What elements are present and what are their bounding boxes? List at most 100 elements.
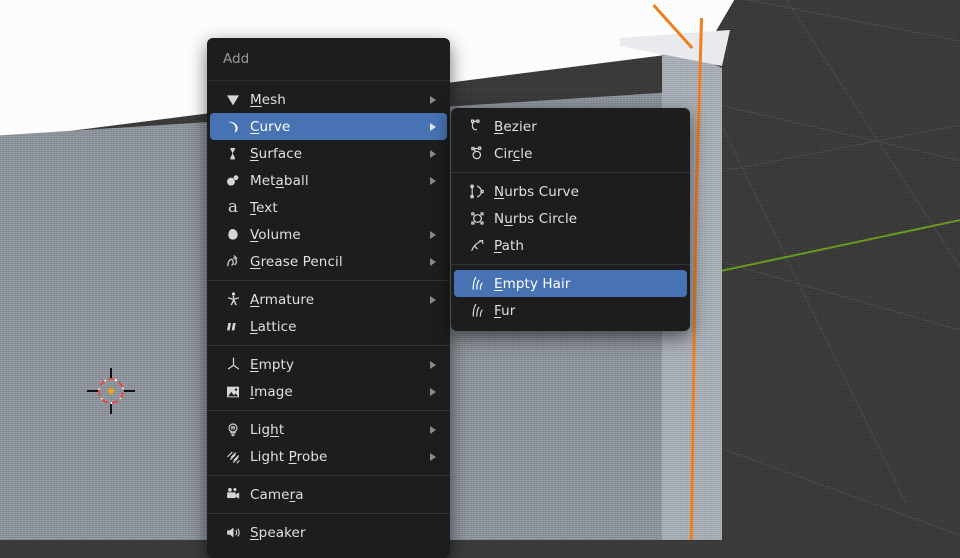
menu-item-label: Empty	[250, 356, 295, 373]
y-axis-line	[696, 214, 960, 277]
menu-item-label: Path	[494, 237, 525, 254]
lattice-icon	[220, 317, 246, 337]
volume-icon	[220, 225, 246, 245]
light-icon	[220, 420, 246, 440]
light-probe-icon	[220, 447, 246, 467]
menu-item-armature[interactable]: Armature	[210, 286, 447, 313]
menu-group: Light Light Probe	[207, 410, 450, 475]
curve-submenu[interactable]: Bezier Circle Nurbs Curve Nurbs Circle Path E…	[451, 108, 690, 331]
menu-item-path[interactable]: Path	[454, 232, 687, 259]
chevron-right-icon	[430, 95, 436, 104]
menu-item-label: Bezier	[494, 118, 537, 135]
menu-item-empty-hair[interactable]: Empty Hair	[454, 270, 687, 297]
menu-item-label: Grease Pencil	[250, 253, 343, 270]
cursor-center-dot	[108, 388, 114, 394]
chevron-right-icon	[430, 425, 436, 434]
add-menu-body: Mesh Curve Surface Metaball a Text Volume Greas…	[207, 81, 450, 551]
menu-item-fur[interactable]: Fur	[454, 297, 687, 324]
menu-item-label: Image	[250, 383, 293, 400]
menu-group: Nurbs Curve Nurbs Circle Path	[451, 172, 690, 264]
menu-group: Empty Hair Fur	[451, 264, 690, 329]
menu-item-label: Fur	[494, 302, 516, 319]
chevron-right-icon	[430, 360, 436, 369]
path-icon	[464, 236, 490, 256]
grid-line	[760, 0, 960, 540]
menu-item-empty[interactable]: Empty	[210, 351, 447, 378]
grid-line	[699, 440, 960, 540]
menu-group: Bezier Circle	[451, 108, 690, 172]
menu-item-nurbs-circle[interactable]: Nurbs Circle	[454, 205, 687, 232]
curve-submenu-body: Bezier Circle Nurbs Curve Nurbs Circle Path E…	[451, 108, 690, 329]
menu-item-nurbs-curve[interactable]: Nurbs Curve	[454, 178, 687, 205]
menu-item-label: Mesh	[250, 91, 286, 108]
menu-item-label: Curve	[250, 118, 291, 135]
menu-item-label: Armature	[250, 291, 315, 308]
chevron-right-icon	[430, 257, 436, 266]
cursor-tick-left	[87, 390, 98, 392]
add-menu-title: Add	[207, 38, 450, 81]
menu-item-image[interactable]: Image	[210, 378, 447, 405]
3d-cursor	[87, 368, 135, 414]
armature-icon	[220, 290, 246, 310]
chevron-right-icon	[430, 387, 436, 396]
nurbs-curve-icon	[464, 182, 490, 202]
add-menu[interactable]: Add Mesh Curve Surface Metaball a Text Volume G…	[207, 38, 450, 558]
menu-group: Empty Image	[207, 345, 450, 410]
menu-item-camera[interactable]: Camera	[210, 481, 447, 508]
menu-item-label: Camera	[250, 486, 304, 503]
chevron-right-icon	[430, 122, 436, 131]
bezier-curve-icon	[464, 117, 490, 137]
nurbs-circle-icon	[464, 209, 490, 229]
menu-item-circle[interactable]: Circle	[454, 140, 687, 167]
menu-item-bezier[interactable]: Bezier	[454, 113, 687, 140]
menu-item-label: Metaball	[250, 172, 309, 189]
surface-icon	[220, 144, 246, 164]
menu-item-speaker[interactable]: Speaker	[210, 519, 447, 546]
hair-icon	[464, 274, 490, 294]
menu-item-surface[interactable]: Surface	[210, 140, 447, 167]
chevron-right-icon	[430, 176, 436, 185]
menu-item-curve[interactable]: Curve	[210, 113, 447, 140]
menu-item-label: Speaker	[250, 524, 306, 541]
menu-item-lattice[interactable]: Lattice	[210, 313, 447, 340]
empty-icon	[220, 355, 246, 375]
camera-icon	[220, 485, 246, 505]
cursor-tick-right	[124, 390, 135, 392]
menu-item-label: Volume	[250, 226, 301, 243]
menu-group: Mesh Curve Surface Metaball a Text Volume Greas…	[207, 81, 450, 280]
menu-group: Speaker	[207, 513, 450, 551]
grid-line	[699, 255, 960, 400]
menu-item-light-probe[interactable]: Light Probe	[210, 443, 447, 470]
chevron-right-icon	[430, 230, 436, 239]
grid-line	[699, 0, 960, 91]
chevron-right-icon	[430, 149, 436, 158]
menu-item-text[interactable]: a Text	[210, 194, 447, 221]
menu-item-label: Lattice	[250, 318, 297, 335]
menu-item-label: Light	[250, 421, 285, 438]
mesh-icon	[220, 90, 246, 110]
text-icon: a	[227, 197, 239, 217]
menu-item-label: Nurbs Circle	[494, 210, 578, 227]
menu-item-mesh[interactable]: Mesh	[210, 86, 447, 113]
chevron-right-icon	[430, 452, 436, 461]
menu-item-label: Empty Hair	[494, 275, 571, 292]
metaball-icon	[220, 171, 246, 191]
menu-item-light[interactable]: Light	[210, 416, 447, 443]
menu-item-label: Nurbs Curve	[494, 183, 580, 200]
menu-item-metaball[interactable]: Metaball	[210, 167, 447, 194]
hair-icon	[464, 301, 490, 321]
menu-group: Armature Lattice	[207, 280, 450, 345]
curve-icon	[220, 117, 246, 137]
chevron-right-icon	[430, 295, 436, 304]
grease-pencil-icon	[220, 252, 246, 272]
bezier-circle-icon	[464, 144, 490, 164]
grid-line	[700, 106, 960, 176]
menu-item-label: Text	[250, 199, 278, 216]
menu-item-grease-pencil[interactable]: Grease Pencil	[210, 248, 447, 275]
menu-item-label: Circle	[494, 145, 533, 162]
menu-item-label: Surface	[250, 145, 303, 162]
image-icon	[220, 382, 246, 402]
cursor-tick-down	[110, 404, 112, 414]
menu-group: Camera	[207, 475, 450, 513]
menu-item-volume[interactable]: Volume	[210, 221, 447, 248]
